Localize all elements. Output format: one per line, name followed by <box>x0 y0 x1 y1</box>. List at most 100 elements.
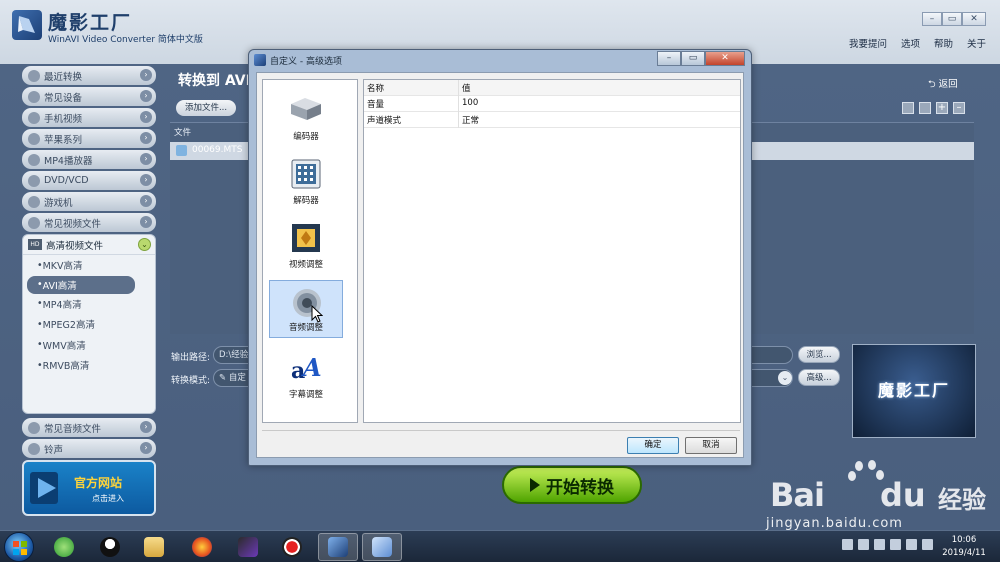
maximize-icon[interactable]: ▭ <box>942 12 962 26</box>
sidebar-category-console[interactable]: 游戏机 › <box>22 192 156 211</box>
ok-button[interactable]: 确定 <box>627 437 679 454</box>
cancel-button[interactable]: 取消 <box>685 437 737 454</box>
taskbar-app-firefox[interactable] <box>182 533 222 561</box>
input-method-icon[interactable] <box>922 539 933 550</box>
taskbar-app-media[interactable] <box>228 533 268 561</box>
table-row[interactable]: 音量 100 <box>364 96 740 112</box>
sidebar-item-mkv[interactable]: • MKV高清 <box>23 255 155 276</box>
sidebar-category-dvd[interactable]: DVD/VCD › <box>22 171 156 190</box>
move-down-icon[interactable] <box>919 102 931 114</box>
play-icon <box>530 478 540 492</box>
taskbar-app-dialog[interactable] <box>362 533 402 561</box>
dialog-app-icon <box>254 54 266 66</box>
sidebar-item-mp4[interactable]: • MP4高清 <box>23 294 155 315</box>
sidebar-category-devices[interactable]: 常见设备 › <box>22 87 156 106</box>
close-icon[interactable]: ✕ <box>705 51 745 66</box>
taskbar-app-qq[interactable] <box>90 533 130 561</box>
player-icon <box>28 153 40 166</box>
encoder-icon <box>291 98 321 120</box>
dialog-nav: 编码器 解码器 视频调整 音频调整 aA 字幕调整 <box>262 79 358 423</box>
nav-encoder[interactable]: 编码器 <box>269 88 343 146</box>
close-icon[interactable]: ✕ <box>962 12 986 26</box>
browse-button[interactable]: 浏览... <box>798 346 840 363</box>
add-file-button[interactable]: 添加文件... <box>176 100 236 116</box>
video-adjust-icon <box>292 224 320 252</box>
output-path-label: 输出路径: <box>171 353 211 363</box>
chevron-right-icon: › <box>140 111 152 123</box>
chevron-right-icon: › <box>140 216 152 228</box>
taskbar-app-explorer[interactable] <box>134 533 174 561</box>
svg-text:A: A <box>301 353 322 382</box>
remove-icon[interactable]: – <box>953 102 965 114</box>
sidebar-category-mobile[interactable]: 手机视频 › <box>22 108 156 127</box>
column-divider <box>458 80 459 96</box>
advanced-button[interactable]: 高级... <box>798 369 840 386</box>
sidebar-category-video-files[interactable]: 常见视频文件 › <box>22 213 156 232</box>
dialog-body: 编码器 解码器 视频调整 音频调整 aA 字幕调整 名称 值 音量 100 声道… <box>256 72 744 458</box>
sidebar-category-recent[interactable]: 最近转换 › <box>22 66 156 85</box>
preview-panel: 魔影工厂 <box>852 344 976 438</box>
nav-decoder[interactable]: 解码器 <box>269 152 343 210</box>
hd-icon: HD <box>28 239 42 250</box>
windows-logo-icon <box>13 541 27 555</box>
column-divider <box>458 112 459 128</box>
sidebar-item-wmv[interactable]: • WMV高清 <box>23 335 155 356</box>
clock-date: 2019/4/11 <box>942 548 986 558</box>
nav-subtitle-adjust[interactable]: aA 字幕调整 <box>269 346 343 404</box>
dialog-title: 自定义 - 高级选项 <box>270 57 342 67</box>
sidebar-category-mp4[interactable]: MP4播放器 › <box>22 150 156 169</box>
table-row[interactable]: 声道模式 正常 <box>364 112 740 128</box>
chevron-right-icon: › <box>140 69 152 81</box>
mouse-cursor-icon <box>311 305 323 323</box>
official-site-button[interactable]: 官方网站 点击进入 <box>22 460 156 516</box>
sidebar-item-rmvb[interactable]: • RMVB高清 <box>23 355 155 376</box>
nav-audio-adjust[interactable]: 音频调整 <box>269 280 343 338</box>
usb-icon[interactable] <box>874 539 885 550</box>
menu-about[interactable]: 关于 <box>967 36 986 50</box>
sidebar-category-apple[interactable]: 苹果系列 › <box>22 129 156 148</box>
sidebar-item-avi[interactable]: • AVI高清 <box>27 275 135 294</box>
nav-video-adjust[interactable]: 视频调整 <box>269 216 343 274</box>
video-file-icon <box>176 145 187 156</box>
app-logo-icon <box>12 10 42 40</box>
app-360-icon <box>54 537 74 557</box>
system-tray <box>842 539 933 550</box>
menu-options[interactable]: 选项 <box>901 36 920 50</box>
taskbar: 10:06 2019/4/11 <box>0 530 1000 562</box>
move-up-icon[interactable] <box>902 102 914 114</box>
divider <box>262 430 740 431</box>
sidebar-category-ringtone[interactable]: 铃声 › <box>22 439 156 458</box>
film-icon <box>28 216 40 229</box>
sidebar-category-audio[interactable]: 常见音频文件 › <box>22 418 156 437</box>
menu-help[interactable]: 帮助 <box>934 36 953 50</box>
clock[interactable]: 10:06 2019/4/11 <box>936 534 992 560</box>
category-header[interactable]: HD 高清视频文件 ⌄ <box>23 235 155 255</box>
chevron-down-icon[interactable]: ⌄ <box>778 371 792 385</box>
music-icon <box>28 421 40 434</box>
decoder-icon <box>291 159 321 189</box>
advanced-options-dialog: 自定义 - 高级选项 – ▭ ✕ 编码器 解码器 视频调整 音频调整 a A 字… <box>248 49 752 466</box>
taskbar-app-recorder[interactable] <box>272 533 312 561</box>
volume-icon[interactable] <box>890 539 901 550</box>
app-title: 魔影工厂 <box>48 12 133 34</box>
device-icon <box>28 90 40 103</box>
network-icon[interactable] <box>906 539 917 550</box>
property-table: 名称 值 音量 100 声道模式 正常 <box>363 79 741 423</box>
sidebar-category-hd-video: HD 高清视频文件 ⌄ • MKV高清 • AVI高清 • MP4高清 • MP… <box>22 234 156 414</box>
menu-ask[interactable]: 我要提问 <box>849 36 887 50</box>
taskbar-app-360[interactable] <box>44 533 84 561</box>
pencil-icon: ✎ <box>219 373 229 383</box>
minimize-icon[interactable]: – <box>657 51 681 66</box>
start-button[interactable] <box>4 532 34 562</box>
taskbar-app-winavi[interactable] <box>318 533 358 561</box>
clock-time: 10:06 <box>951 535 977 545</box>
back-button[interactable]: ⮌ 返回 <box>928 76 958 93</box>
maximize-icon[interactable]: ▭ <box>681 51 705 66</box>
flag-icon[interactable] <box>858 539 869 550</box>
start-convert-button[interactable]: 开始转换 <box>502 466 642 504</box>
minimize-icon[interactable]: – <box>922 12 942 26</box>
file-column-header: 文件 <box>174 128 192 138</box>
keyboard-icon[interactable] <box>842 539 853 550</box>
add-icon[interactable]: + <box>936 102 948 114</box>
sidebar-item-mpeg2[interactable]: • MPEG2高清 <box>23 314 155 335</box>
